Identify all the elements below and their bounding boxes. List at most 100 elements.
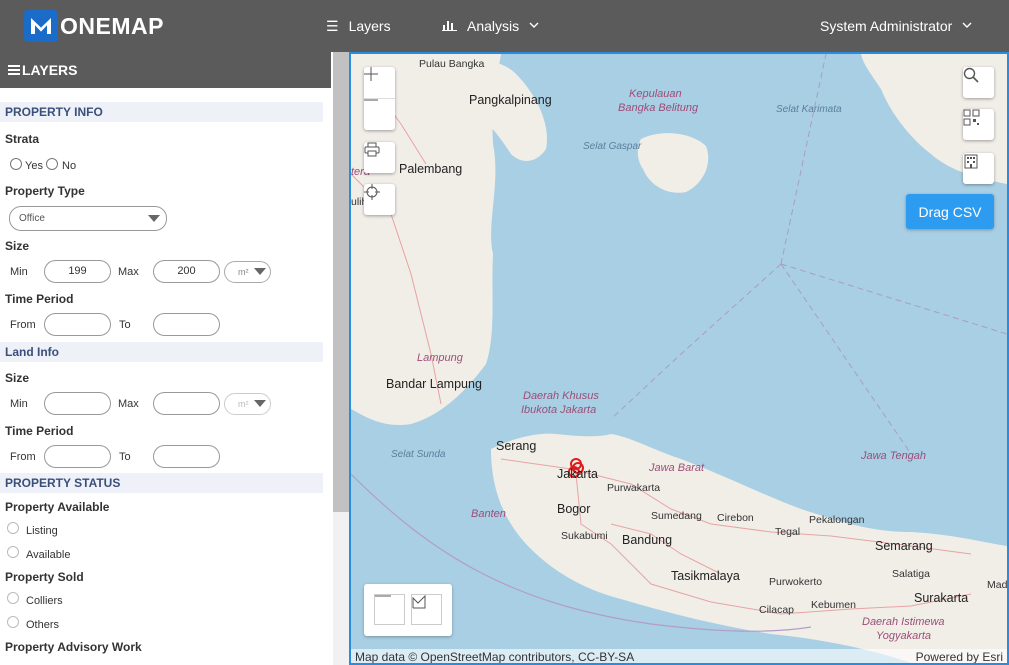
available-label: Available [26, 549, 71, 561]
others-radio[interactable] [7, 616, 19, 628]
property-available-label: Property Available [5, 500, 110, 514]
search-icon [963, 67, 979, 83]
map-label: Tegal [775, 526, 801, 538]
basemap-gallery-button[interactable] [963, 109, 994, 140]
print-icon [364, 142, 380, 157]
map-label: Cilacap [759, 604, 795, 616]
property-type-value: Office [19, 213, 45, 224]
time-from-input[interactable] [44, 313, 111, 336]
drag-csv-button[interactable]: Drag CSV [906, 194, 994, 229]
land-time-to-input[interactable] [153, 445, 220, 468]
size-unit-value: m² [238, 267, 249, 277]
map-label: Salatiga [892, 568, 930, 580]
size-min-input[interactable]: 199 [44, 260, 111, 283]
land-time-from-input[interactable] [44, 445, 111, 468]
chevron-down-icon [962, 21, 972, 32]
map-label: Selat Sunda [391, 449, 446, 460]
listing-radio[interactable] [7, 522, 19, 534]
crosshair-icon [364, 184, 380, 200]
locate-button[interactable] [364, 184, 395, 215]
map-label: Jawa Barat [649, 462, 705, 474]
qr-grid-icon [963, 109, 980, 126]
map-label: Purwokerto [769, 576, 823, 588]
dropdown-arrow-icon [254, 400, 266, 407]
available-radio[interactable] [7, 546, 19, 558]
nav-layers-label: Layers [348, 18, 391, 34]
listing-label: Listing [26, 525, 58, 537]
size-max-input[interactable]: 200 [153, 260, 220, 283]
map-label: Kebumen [811, 599, 856, 611]
from-label: From [10, 319, 36, 331]
min-label: Min [10, 266, 28, 278]
colliers-radio[interactable] [7, 592, 19, 604]
search-button[interactable] [963, 67, 994, 98]
strata-label: Strata [5, 132, 40, 146]
map-label: Cirebon [717, 512, 754, 524]
map-label: Banten [471, 508, 506, 520]
map-label: Serang [496, 439, 537, 453]
draw-line-button[interactable] [374, 594, 405, 625]
map-label: Bangka Belitung [618, 102, 699, 114]
strata-no-radio[interactable] [46, 158, 58, 170]
buildings-button[interactable] [963, 153, 994, 184]
map-label: Lampung [417, 352, 463, 364]
top-bar: ONEMAP ☰ Layers Analysis System Administ… [0, 0, 1009, 52]
list-icon: ☰ [326, 17, 339, 34]
strata-yes-radio[interactable] [10, 158, 22, 170]
map-attribution: Map data © OpenStreetMap contributors, C… [351, 649, 1007, 664]
map-label: Tasikmalaya [671, 569, 740, 583]
nav-analysis-label: Analysis [467, 18, 520, 34]
map-label: Daerah Istimewa [862, 616, 945, 628]
strata-no-label: No [62, 160, 77, 172]
max-label: Max [118, 266, 139, 278]
map-view[interactable]: Pulau Bangka Pangkalpinang Kepulauan Ban… [349, 52, 1009, 665]
map-label: Pekalongan [809, 514, 865, 526]
size-unit-select[interactable]: m² [224, 261, 271, 283]
section-land-info: Land Info [0, 342, 323, 362]
zoom-in-button[interactable] [364, 67, 395, 98]
time-to-input[interactable] [153, 313, 220, 336]
draw-polygon-button[interactable] [411, 594, 442, 625]
strata-yes-label: Yes [25, 160, 43, 172]
print-button[interactable] [364, 142, 395, 173]
property-type-select[interactable]: Office [9, 206, 167, 231]
map-label: Bandung [622, 533, 673, 547]
land-time-period-label: Time Period [5, 424, 74, 438]
others-label: Others [26, 619, 60, 631]
map-label: Bandar Lampung [386, 377, 482, 391]
nav-analysis[interactable]: Analysis [442, 0, 539, 52]
map-label: Jawa Tengah [861, 450, 927, 462]
colliers-label: Colliers [26, 595, 63, 607]
map-label: Ibukota Jakarta [521, 404, 597, 416]
layers-title: LAYERS [22, 62, 78, 78]
nav-layers[interactable]: ☰ Layers [326, 0, 391, 52]
land-unit-select[interactable]: m² [224, 393, 271, 415]
logo[interactable]: ONEMAP [24, 10, 164, 42]
zoom-out-button[interactable] [364, 99, 395, 130]
section-property-status: PROPERTY STATUS [0, 473, 323, 493]
land-size-max-input[interactable] [153, 392, 220, 415]
powered-by-esri[interactable]: Powered by Esri [916, 649, 1003, 663]
dropdown-arrow-icon [254, 268, 266, 275]
minus-icon [364, 99, 378, 101]
map-label: Palembang [399, 162, 463, 176]
attribution-text: Map data © OpenStreetMap contributors, C… [355, 650, 635, 664]
bar-chart-icon [442, 18, 457, 34]
menu-icon[interactable] [8, 62, 20, 78]
layers-sidebar: LAYERS PROPERTY INFO Strata Yes No Prope… [0, 52, 349, 665]
land-size-min-input[interactable] [44, 392, 111, 415]
user-menu[interactable]: System Administrator [820, 0, 972, 52]
land-min-label: Min [10, 398, 28, 410]
property-advisory-label: Property Advisory Work [5, 640, 142, 654]
dropdown-arrow-icon [148, 215, 160, 222]
size-label: Size [5, 239, 30, 253]
scrollbar-thumb[interactable] [333, 52, 349, 512]
property-sold-label: Property Sold [5, 570, 84, 584]
map-label: Kepulauan [629, 88, 682, 100]
property-type-label: Property Type [5, 184, 85, 198]
map-label: Sumedang [651, 510, 702, 522]
map-label: Selat Gaspar [583, 141, 642, 152]
map-label: Pangkalpinang [469, 93, 552, 107]
logo-icon [24, 10, 58, 42]
land-unit-value: m² [238, 399, 249, 409]
